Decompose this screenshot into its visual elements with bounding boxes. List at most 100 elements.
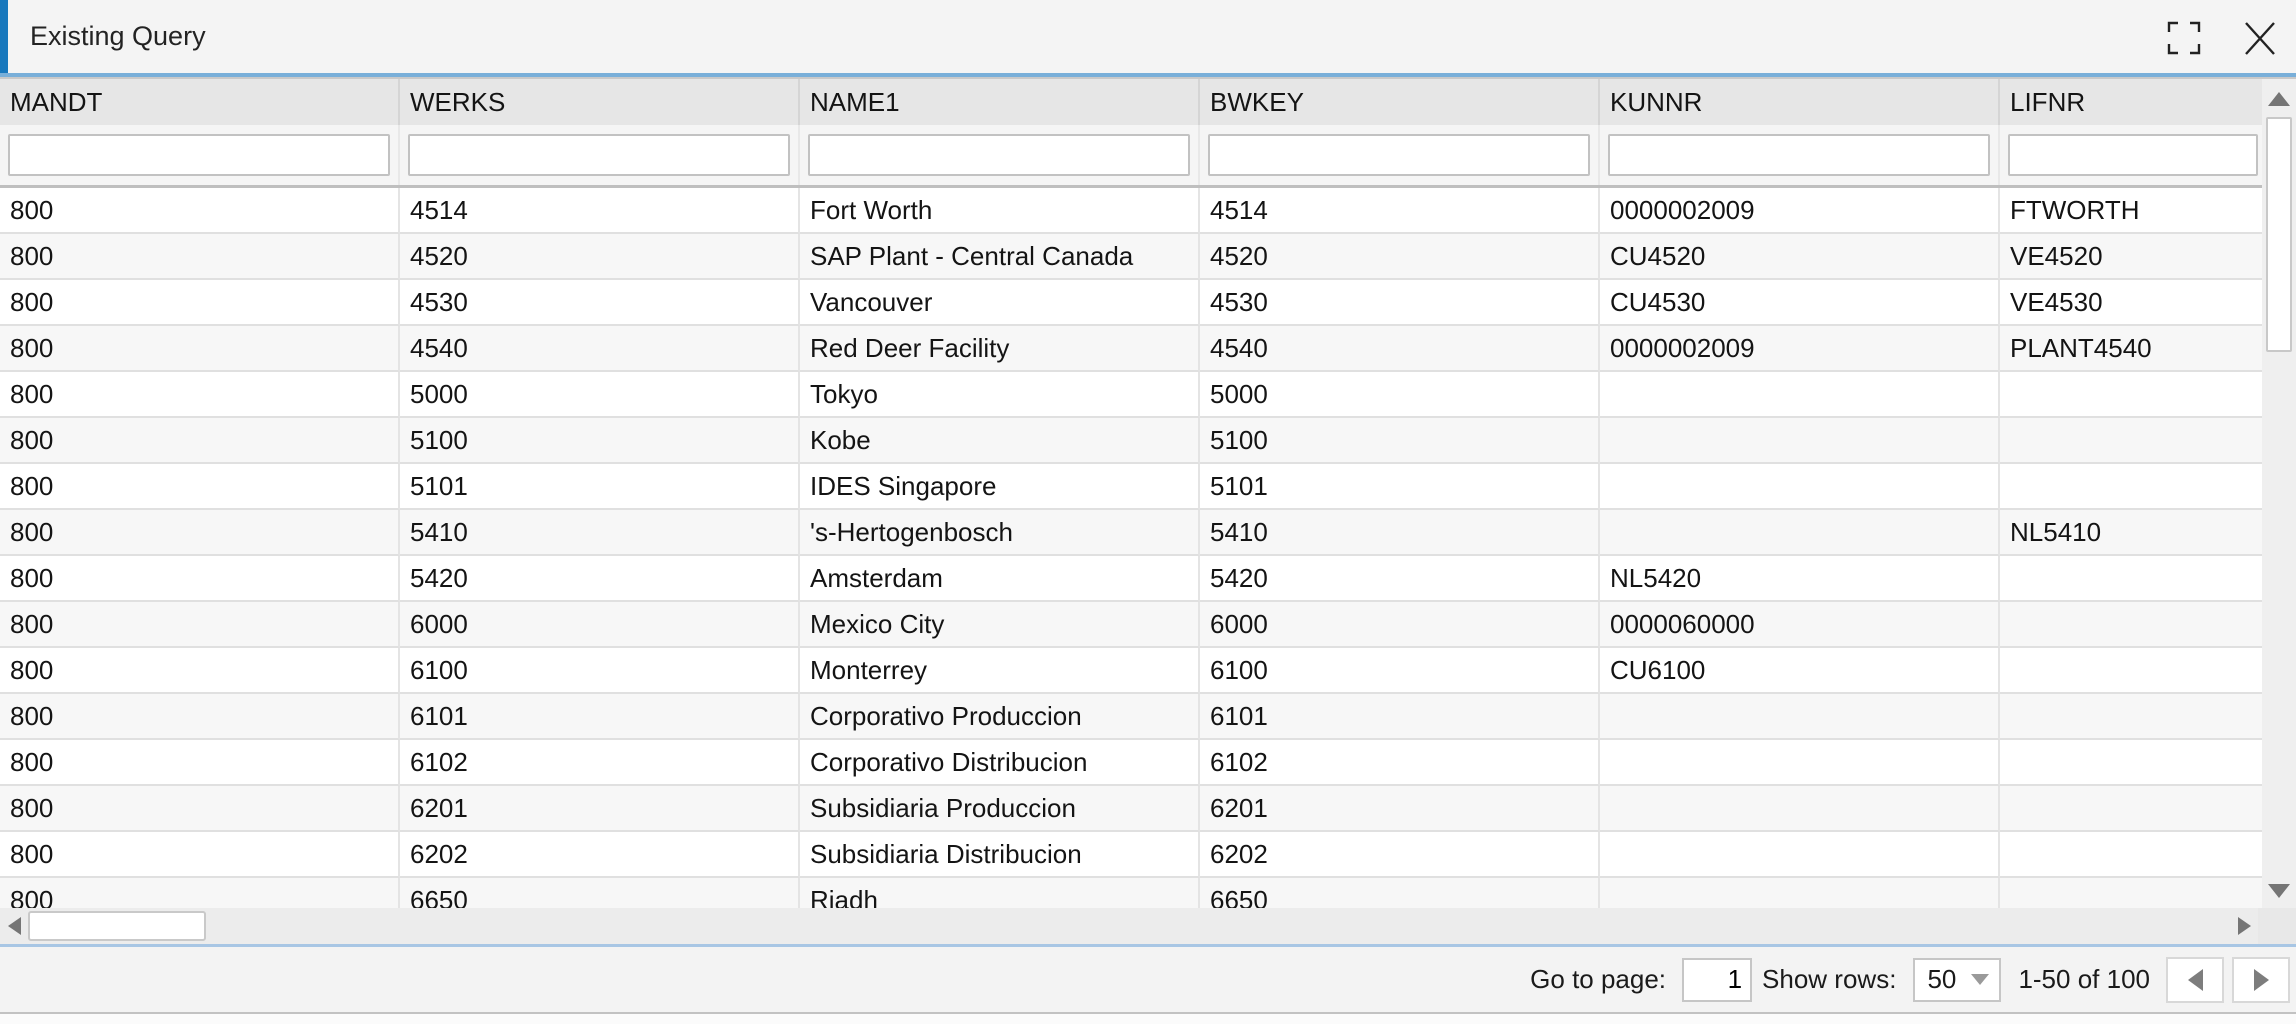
table-cell: [1600, 832, 2000, 878]
column-header-kunnr[interactable]: KUNNR: [1600, 79, 2000, 125]
table-cell: NL5410: [2000, 510, 2262, 556]
table-cell: 4520: [400, 234, 800, 280]
rows-per-page-select[interactable]: 50: [1913, 957, 2002, 1002]
table-cell: 0000002009: [1600, 188, 2000, 234]
table-row[interactable]: 800 6101 Corporativo Produccion 6101: [0, 694, 2262, 740]
table-cell: 800: [0, 372, 400, 418]
table-cell: 800: [0, 740, 400, 786]
table-cell: Tokyo: [800, 372, 1200, 418]
table-cell: 0000002009: [1600, 326, 2000, 372]
scroll-down-icon[interactable]: [2268, 884, 2290, 898]
scroll-left-icon[interactable]: [8, 917, 21, 935]
table-cell: 800: [0, 464, 400, 510]
table-row[interactable]: 800 5100 Kobe 5100: [0, 418, 2262, 464]
table-cell: Subsidiaria Produccion: [800, 786, 1200, 832]
table-cell: 5000: [400, 372, 800, 418]
table-row[interactable]: 800 4540 Red Deer Facility 4540 0000002009 PL…: [0, 326, 2262, 372]
table-cell: 's-Hertogenbosch: [800, 510, 1200, 556]
table-row[interactable]: 800 5420 Amsterdam 5420 NL5420: [0, 556, 2262, 602]
filter-cell-lifnr: [2000, 125, 2262, 185]
vertical-scrollbar-thumb[interactable]: [2266, 117, 2292, 352]
table-cell: 6000: [400, 602, 800, 648]
table-cell: 800: [0, 832, 400, 878]
table-cell: 6100: [1200, 648, 1600, 694]
table-row[interactable]: 800 6102 Corporativo Distribucion 6102: [0, 740, 2262, 786]
filter-input-kunnr[interactable]: [1608, 134, 1990, 176]
title-bar: Existing Query: [0, 0, 2296, 73]
table-row[interactable]: 800 5410's-Hertogenbosch 5410 NL5410: [0, 510, 2262, 556]
table-cell: Monterrey: [800, 648, 1200, 694]
table-row[interactable]: 800 6000 Mexico City 6000 0000060000: [0, 602, 2262, 648]
table-row[interactable]: 800 5000 Tokyo 5000: [0, 372, 2262, 418]
table-cell: 6201: [400, 786, 800, 832]
filter-input-bwkey[interactable]: [1208, 134, 1590, 176]
table-cell: 6202: [400, 832, 800, 878]
table-cell: [1600, 510, 2000, 556]
table-row[interactable]: 800 6202 Subsidiaria Distribucion 6202: [0, 832, 2262, 878]
bottom-strip: [0, 1012, 2296, 1024]
chevron-down-icon: [1971, 974, 1990, 985]
table-body: 800 4514 Fort Worth 4514 0000002009 FTWORTH 80…: [0, 188, 2262, 908]
table-cell: 6000: [1200, 602, 1600, 648]
previous-page-button[interactable]: [2166, 956, 2224, 1003]
table-row[interactable]: 800 6201 Subsidiaria Produccion 6201: [0, 786, 2262, 832]
filter-input-werks[interactable]: [408, 134, 790, 176]
table-cell: 800: [0, 280, 400, 326]
table-cell: FTWORTH: [2000, 188, 2262, 234]
page-number-input[interactable]: [1682, 957, 1753, 1002]
table-cell: [1600, 464, 2000, 510]
column-header-lifnr[interactable]: LIFNR: [2000, 79, 2262, 125]
table-cell: 6101: [1200, 694, 1600, 740]
table-cell: 6101: [400, 694, 800, 740]
filter-input-lifnr[interactable]: [2008, 134, 2258, 176]
filter-input-name1[interactable]: [808, 134, 1190, 176]
scroll-right-icon[interactable]: [2238, 917, 2251, 935]
table-cell: 5410: [400, 510, 800, 556]
table-cell: 5101: [1200, 464, 1600, 510]
table-cell: Red Deer Facility: [800, 326, 1200, 372]
column-header-name1[interactable]: NAME1: [800, 79, 1200, 125]
table-cell: 6650: [400, 878, 800, 908]
table-cell: 5410: [1200, 510, 1600, 556]
table-row[interactable]: 800 4530 Vancouver 4530 CU4530 VE4530: [0, 280, 2262, 326]
table-cell: 800: [0, 786, 400, 832]
next-page-button[interactable]: [2232, 956, 2290, 1003]
horizontal-scrollbar[interactable]: [0, 908, 2258, 944]
table-row[interactable]: 800 4514 Fort Worth 4514 0000002009 FTWORTH: [0, 188, 2262, 234]
table-cell: 800: [0, 602, 400, 648]
table-cell: [2000, 878, 2262, 908]
table-row[interactable]: 800 6650 Riadh 6650: [0, 878, 2262, 908]
table-cell: [2000, 372, 2262, 418]
table-row[interactable]: 800 4520 SAP Plant - Central Canada 4520 CU4…: [0, 234, 2262, 280]
filter-cell-name1: [800, 125, 1200, 185]
table-cell: [2000, 648, 2262, 694]
table-cell: Corporativo Distribucion: [800, 740, 1200, 786]
table-cell: [2000, 602, 2262, 648]
column-header-mandt[interactable]: MANDT: [0, 79, 400, 125]
table-row[interactable]: 800 6100 Monterrey 6100 CU6100: [0, 648, 2262, 694]
table-cell: 4514: [1200, 188, 1600, 234]
table-cell: NL5420: [1600, 556, 2000, 602]
table-cell: [2000, 786, 2262, 832]
next-page-icon: [2253, 968, 2269, 991]
table-cell: 0000060000: [1600, 602, 2000, 648]
scroll-up-icon[interactable]: [2268, 92, 2290, 106]
scrollbar-corner: [2258, 908, 2296, 944]
filter-input-mandt[interactable]: [8, 134, 390, 176]
column-header-werks[interactable]: WERKS: [400, 79, 800, 125]
table-row[interactable]: 800 5101 IDES Singapore 5101: [0, 464, 2262, 510]
table-cell: [2000, 740, 2262, 786]
expand-button[interactable]: [2162, 16, 2206, 60]
table-cell: Riadh: [800, 878, 1200, 908]
table-cell: 6650: [1200, 878, 1600, 908]
table-cell: 6100: [400, 648, 800, 694]
horizontal-scrollbar-thumb[interactable]: [28, 911, 206, 941]
close-button[interactable]: [2238, 16, 2282, 60]
vertical-scrollbar[interactable]: [2262, 79, 2296, 908]
table-cell: SAP Plant - Central Canada: [800, 234, 1200, 280]
table-cell: 4530: [400, 280, 800, 326]
table-cell: 800: [0, 878, 400, 908]
column-header-bwkey[interactable]: BWKEY: [1200, 79, 1600, 125]
table-cell: 800: [0, 234, 400, 280]
table-cell: 800: [0, 326, 400, 372]
